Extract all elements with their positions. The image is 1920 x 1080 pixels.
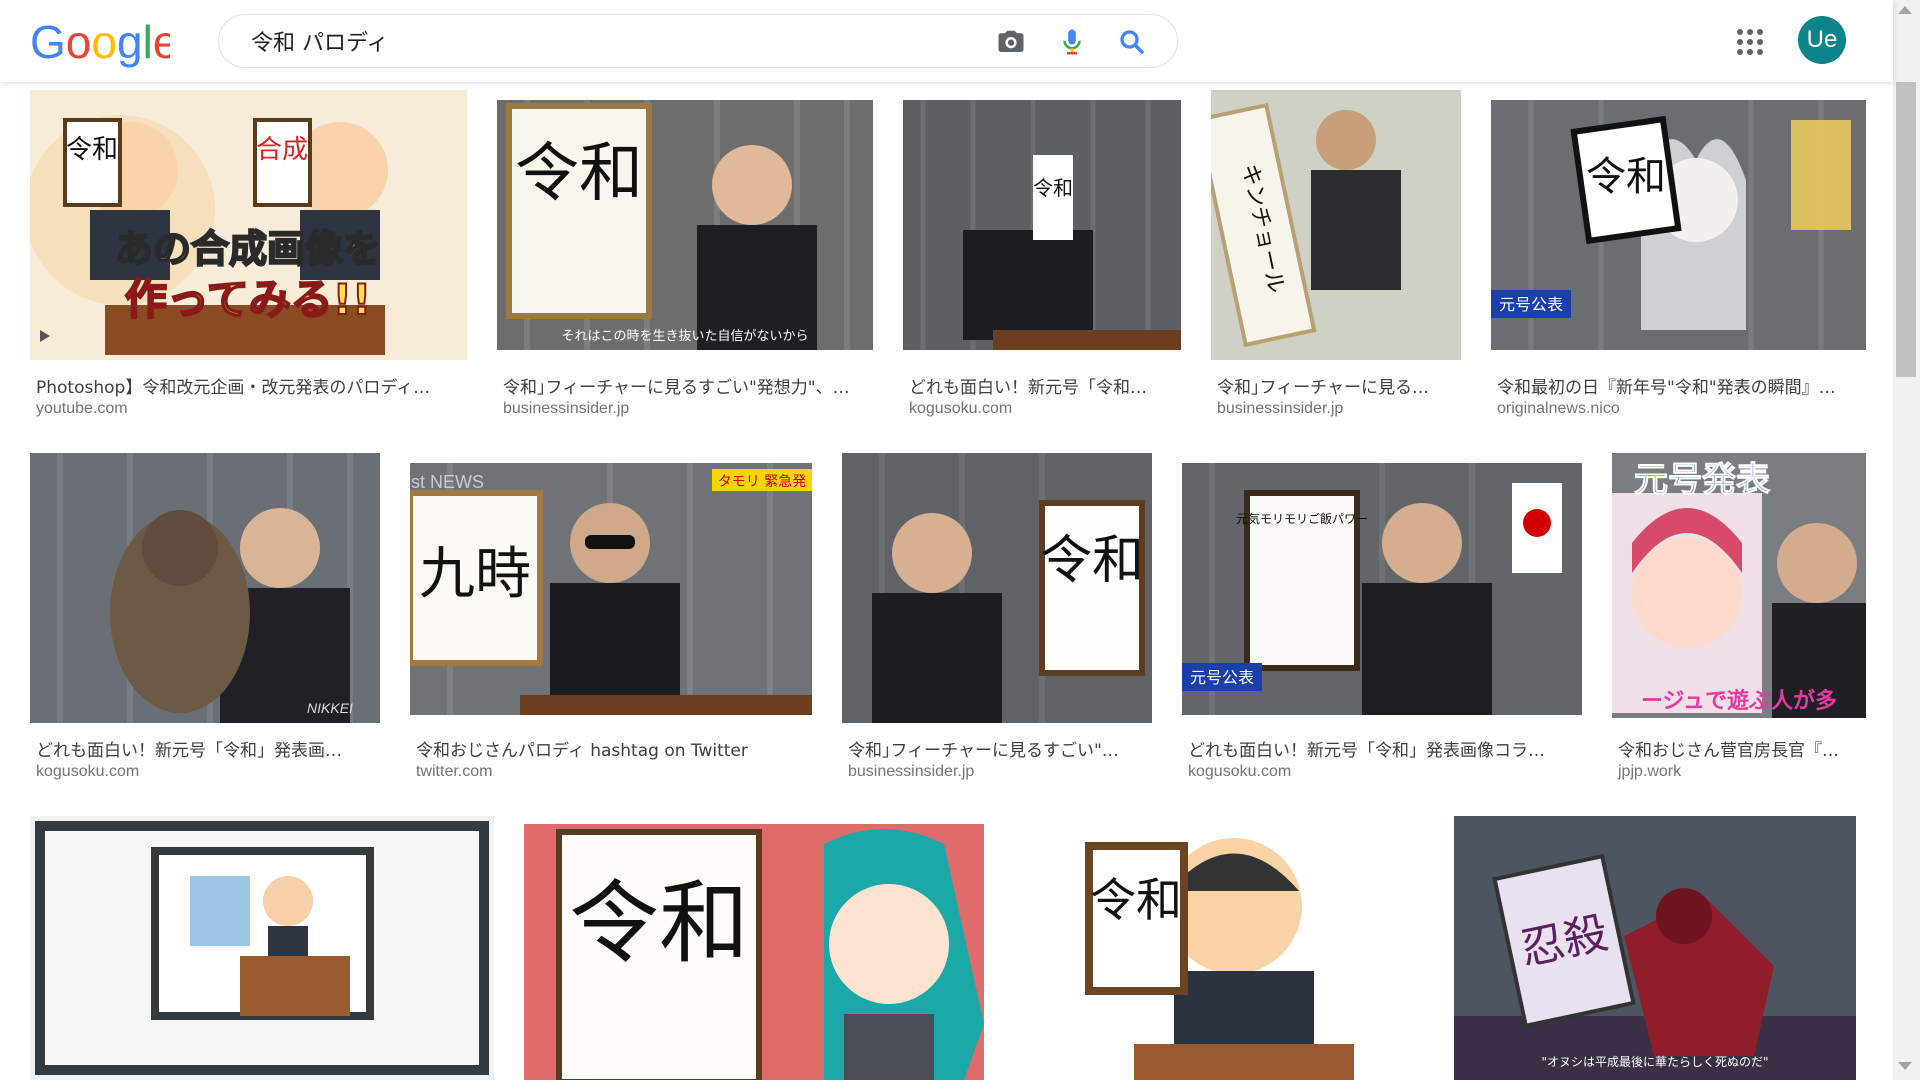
result-title[interactable]: 令和｣フィーチャーに見る… <box>1217 373 1461 398</box>
thumb-board-text: 令和 <box>66 135 118 165</box>
image-result[interactable]: 令和 元号公表 令和最初の日『新年号"令和"発表の瞬間』… originalne… <box>1491 90 1866 420</box>
thumb-tag-text: NIKKEI <box>307 700 353 716</box>
top-bar: Google Ue <box>0 0 1893 82</box>
result-source[interactable]: kogusoku.com <box>1188 763 1291 781</box>
result-title[interactable]: どれも面白い！新元号「令和… <box>909 373 1181 398</box>
apps-grid-icon[interactable] <box>1735 27 1765 57</box>
thumb-tag-text: 元号公表 <box>1499 295 1563 314</box>
result-title[interactable]: 令和おじさん菅官房長官『… <box>1618 736 1866 761</box>
result-source[interactable]: jpjp.work <box>1618 763 1681 781</box>
thumb-logo-text: Mst NEWS <box>410 472 484 492</box>
thumb-board-text: 令和 <box>1586 154 1666 200</box>
thumb-subtitle-text: "オヌシは平成最後に華たらしく死ぬのだ" <box>1541 1055 1768 1069</box>
image-result[interactable]: 元号発表 ージュで遊ぶ人が多 令和おじさん菅官房長官『… jpjp.work <box>1612 453 1866 783</box>
thumb-tag-text: タモリ 緊急発 <box>718 474 806 490</box>
thumb-board-text: 令和 <box>1090 873 1182 927</box>
result-source[interactable]: businessinsider.jp <box>848 763 974 781</box>
result-source[interactable]: youtube.com <box>36 400 128 418</box>
result-thumbnail[interactable]: キンチョール <box>1211 90 1461 360</box>
image-result[interactable] <box>30 816 494 1080</box>
result-thumbnail[interactable] <box>30 816 494 1080</box>
image-result[interactable]: NIKKEI どれも面白い！新元号「令和」発表画… kogusoku.com <box>30 453 380 783</box>
result-title[interactable]: どれも面白い！新元号「令和」発表画… <box>36 736 380 761</box>
result-title[interactable]: Photoshop】令和改元企画・改元発表のパロディ… <box>36 373 466 398</box>
result-source[interactable]: businessinsider.jp <box>503 400 629 418</box>
image-result[interactable]: 元気モリモリご飯パワー 元号公表 どれも面白い！新元号「令和」発表画像コラ… k… <box>1182 453 1582 783</box>
scroll-up-arrow-icon[interactable] <box>1898 6 1912 14</box>
search-input[interactable] <box>251 25 981 57</box>
result-thumbnail[interactable]: 令和 元号公表 <box>1491 100 1866 350</box>
image-result[interactable]: 令和 どれも面白い！新元号「令和… kogusoku.com <box>903 90 1181 420</box>
result-title[interactable]: 令和｣フィーチャーに見るすごい"… <box>848 736 1152 761</box>
result-thumbnail[interactable]: 忍殺 "オヌシは平成最後に華たらしく死ぬのだ" <box>1454 816 1856 1080</box>
result-source[interactable]: kogusoku.com <box>909 400 1012 418</box>
result-thumbnail[interactable]: NIKKEI <box>30 453 380 723</box>
thumb-subtitle-text: それはこの時を生き抜いた自信がないから <box>561 328 808 344</box>
thumb-board-text: 合成 <box>256 135 308 165</box>
result-title[interactable]: 令和おじさんパロディ hashtag on Twitter <box>416 736 812 761</box>
thumb-overlay-text: 作ってみる!! <box>125 275 371 324</box>
result-thumbnail[interactable]: 令和 <box>842 453 1152 723</box>
image-result[interactable]: 令和 令和｣フィーチャーに見るすごい"… businessinsider.jp <box>842 453 1152 783</box>
image-result[interactable]: キンチョール 令和｣フィーチャーに見る… businessinsider.jp <box>1211 90 1461 420</box>
image-result[interactable]: 令和 合成 あの合成画像を 作ってみる!! Photoshop】令和改元企画・改… <box>30 90 467 420</box>
result-title[interactable]: どれも面白い！新元号「令和」発表画像コラ… <box>1188 736 1582 761</box>
thumb-tag-text: 元号公表 <box>1190 668 1254 687</box>
thumb-board-text: 令和 <box>1040 531 1144 591</box>
result-thumbnail[interactable]: 元号発表 ージュで遊ぶ人が多 <box>1612 453 1866 718</box>
microphone-icon[interactable] <box>1057 27 1087 57</box>
result-thumbnail[interactable]: 令和 <box>903 100 1181 350</box>
result-title[interactable]: 令和最初の日『新年号"令和"発表の瞬間』… <box>1497 373 1867 398</box>
result-thumbnail[interactable]: 令和 合成 あの合成画像を 作ってみる!! <box>30 90 467 360</box>
google-logo[interactable]: Google <box>30 14 178 70</box>
thumb-overlay-text: 元号発表 <box>1634 460 1770 500</box>
result-title[interactable]: 令和｣フィーチャーに見るすごい"発想力"、… <box>503 373 873 398</box>
thumb-board-text: 令和 <box>569 871 749 976</box>
thumb-board-text: 令和 <box>515 137 643 211</box>
image-result[interactable]: 令和 それはこの時を生き抜いた自信がないから 令和｣フィーチャーに見るすごい"発… <box>497 90 873 420</box>
svg-text:Google: Google <box>30 16 170 68</box>
image-result[interactable]: 忍殺 "オヌシは平成最後に華たらしく死ぬのだ" <box>1454 816 1856 1080</box>
thumb-board-text: 令和 <box>1033 176 1073 200</box>
image-result[interactable]: 令和 <box>1024 816 1424 1080</box>
result-source[interactable]: kogusoku.com <box>36 763 139 781</box>
thumb-overlay-text: ージュで遊ぶ人が多 <box>1641 688 1837 714</box>
result-thumbnail[interactable]: 令和 それはこの時を生き抜いた自信がないから <box>497 100 873 350</box>
result-source[interactable]: businessinsider.jp <box>1217 400 1343 418</box>
search-box[interactable] <box>218 14 1178 68</box>
thumb-overlay-text: あの合成画像を <box>115 227 381 271</box>
scroll-down-arrow-icon[interactable] <box>1898 1062 1912 1070</box>
camera-icon[interactable] <box>996 27 1026 57</box>
video-play-icon <box>40 330 50 342</box>
image-result[interactable]: 九時 Mst NEWS タモリ 緊急発 令和おじさんパロディ hashtag o… <box>410 453 812 783</box>
image-result[interactable]: 令和 <box>524 816 994 1080</box>
thumb-board-text: 元気モリモリご飯パワー <box>1236 511 1368 526</box>
result-thumbnail[interactable]: 令和 <box>524 824 984 1080</box>
result-thumbnail[interactable]: 元気モリモリご飯パワー 元号公表 <box>1182 463 1582 715</box>
result-source[interactable]: twitter.com <box>416 763 492 781</box>
search-icon[interactable] <box>1117 27 1147 57</box>
result-thumbnail[interactable]: 令和 <box>1024 816 1424 1080</box>
avatar[interactable]: Ue <box>1798 16 1846 64</box>
scrollbar-thumb[interactable] <box>1896 82 1916 377</box>
result-source[interactable]: originalnews.nico <box>1497 400 1620 418</box>
result-thumbnail[interactable]: 九時 Mst NEWS タモリ 緊急発 <box>410 463 812 715</box>
thumb-board-text: 九時 <box>419 542 531 607</box>
